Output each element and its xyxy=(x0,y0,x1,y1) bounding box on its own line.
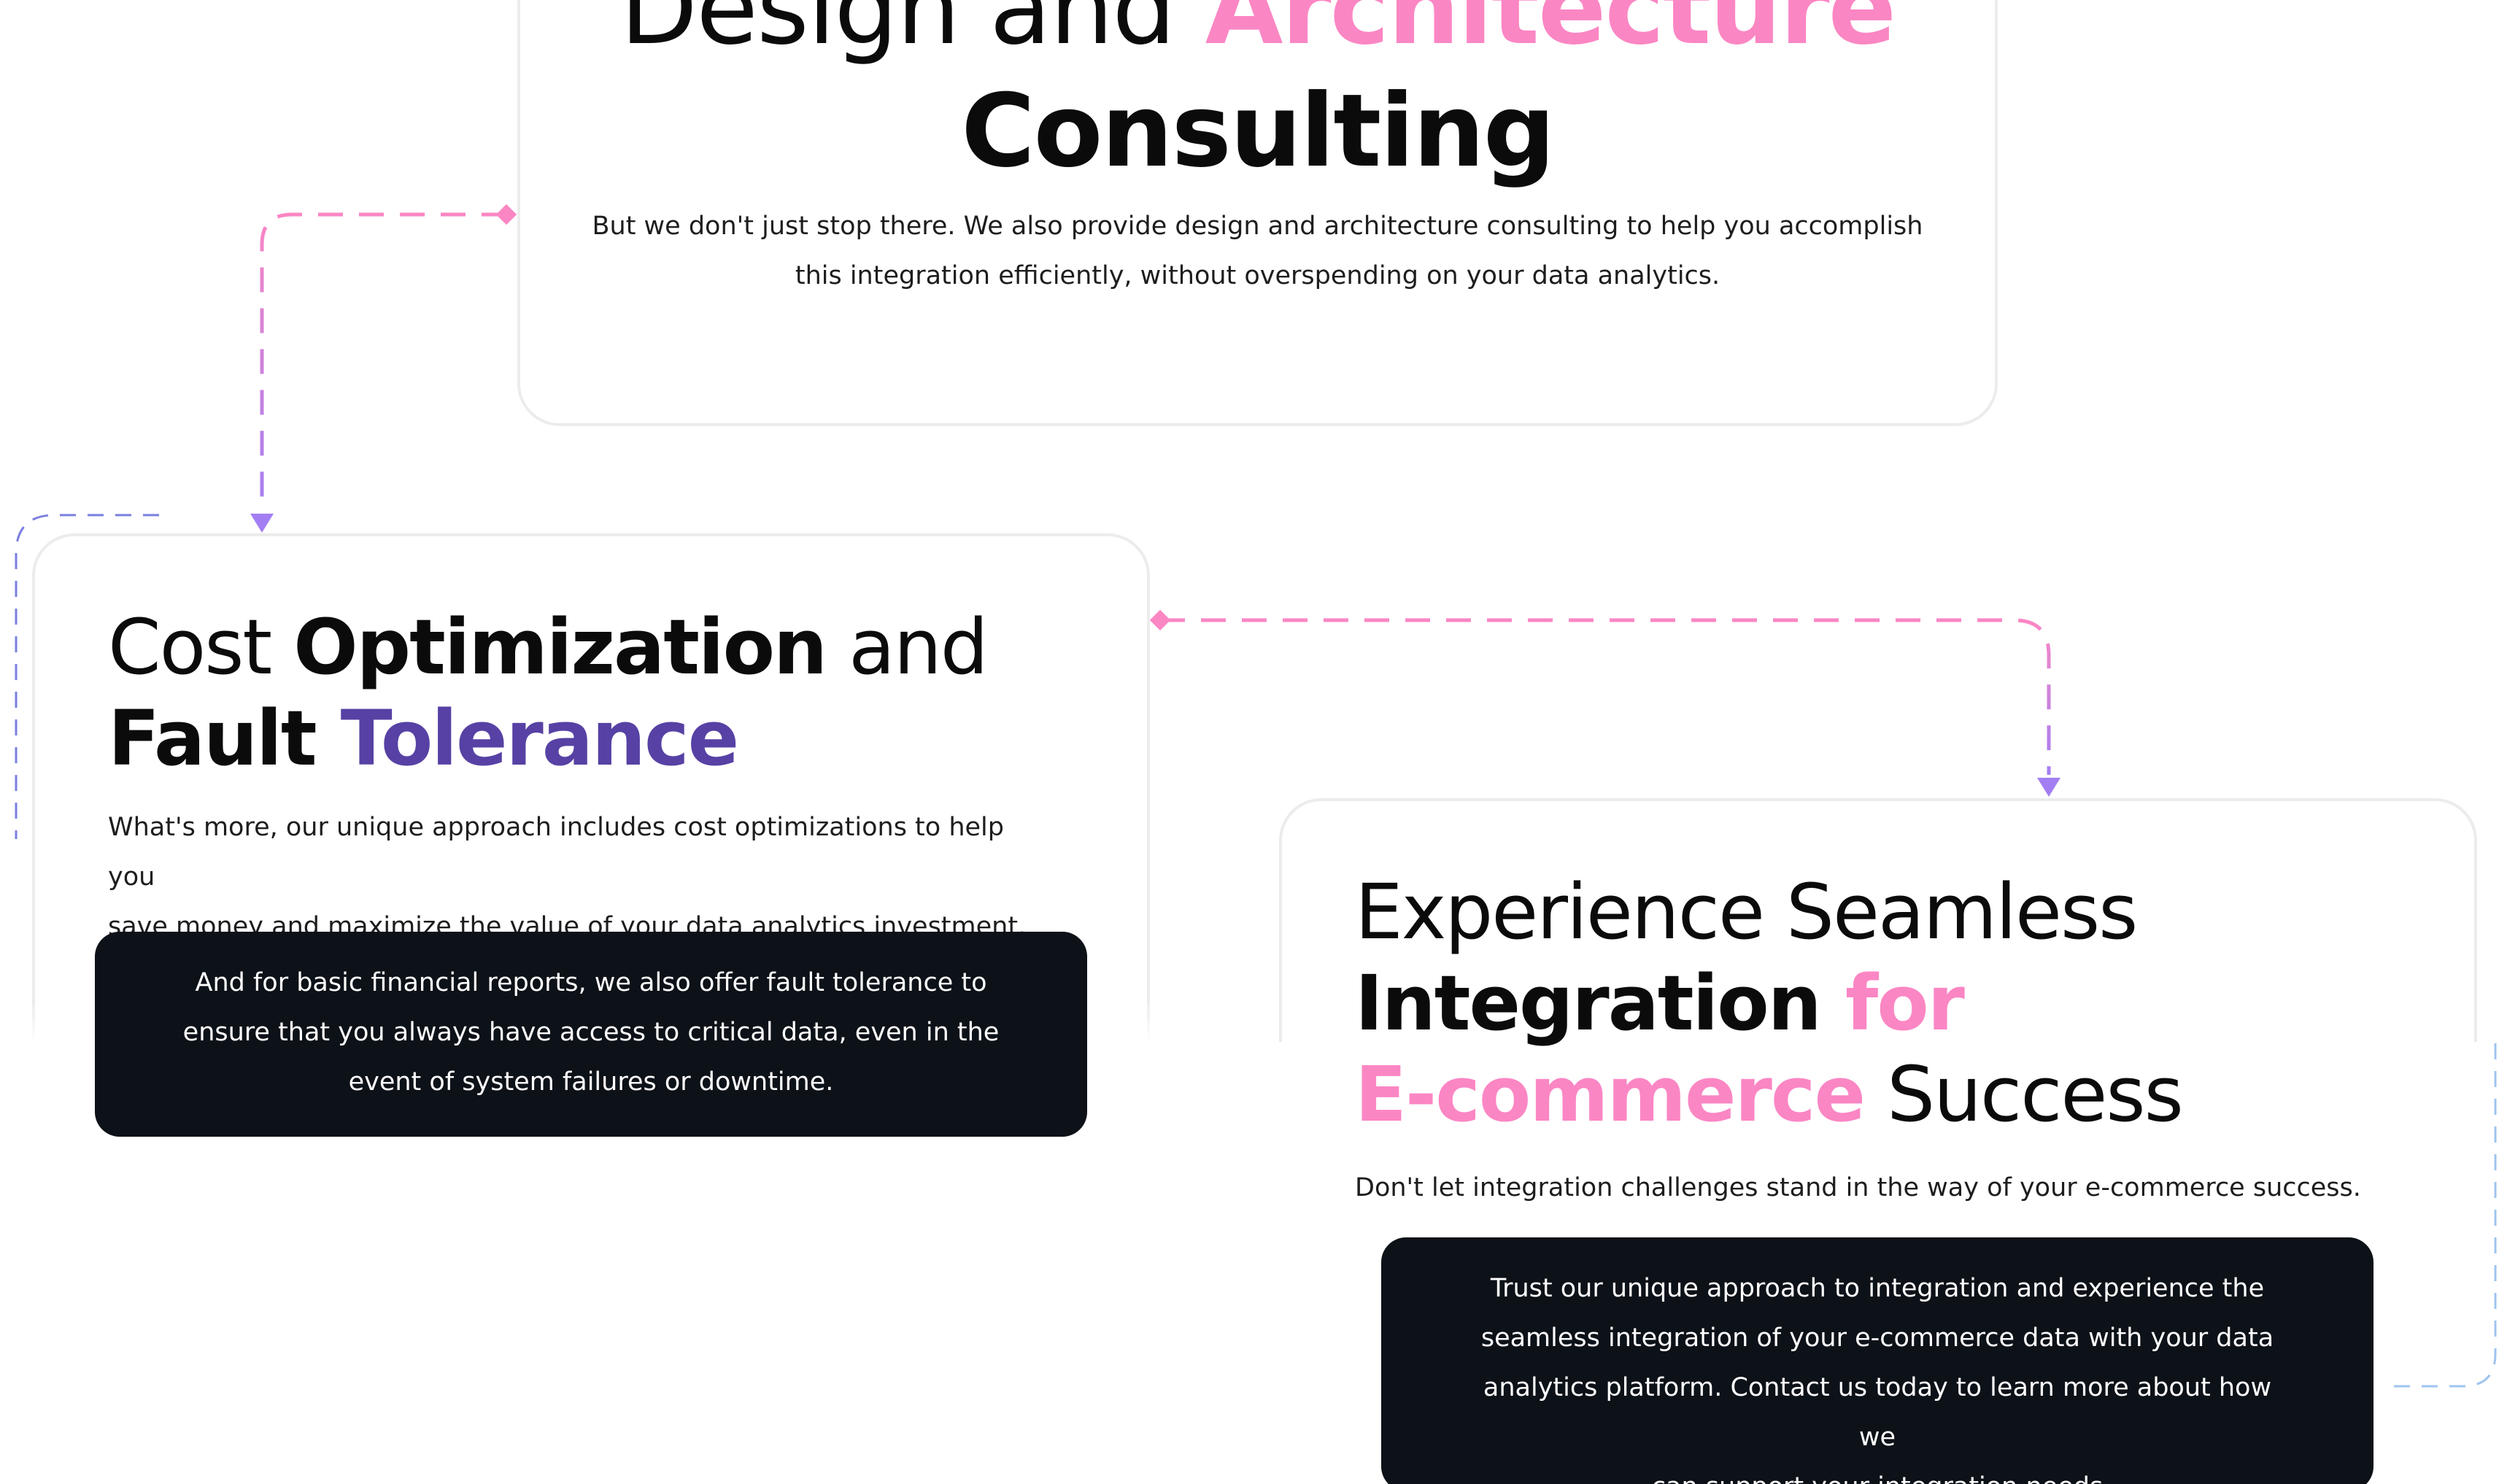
callout-line: And for basic financial reports, we also… xyxy=(195,968,987,997)
description-line: But we don't just stop there. We also pr… xyxy=(592,212,1923,241)
diamond-marker-icon xyxy=(495,204,517,225)
cost-optimization-title-line2: Fault Tolerance xyxy=(108,693,739,784)
design-architecture-card: Design and Architecture Consulting But w… xyxy=(517,0,1998,426)
design-architecture-title-line1: Design and Architecture xyxy=(520,0,1995,67)
callout-line: event of system failures or downtime. xyxy=(348,1067,834,1097)
ecommerce-title-line3: E-commerce Success xyxy=(1355,1049,2184,1140)
connector-design-to-cost xyxy=(250,204,517,533)
cost-optimization-description: What's more, our unique approach include… xyxy=(108,803,1057,951)
connector-cost-to-integration xyxy=(1149,609,2060,797)
arrow-down-icon xyxy=(2037,778,2060,797)
ecommerce-title-line1: Experience Seamless xyxy=(1355,867,2138,957)
callout-line: ensure that you always have access to cr… xyxy=(182,1018,1000,1047)
title-text: Design and xyxy=(619,0,1205,67)
title-text: Success xyxy=(1864,1050,2184,1139)
page: Design and Architecture Consulting But w… xyxy=(0,0,2499,1484)
description-line: this integration efficiently, without ov… xyxy=(795,261,1720,290)
design-architecture-title-line2: Consulting xyxy=(961,72,1555,190)
title-highlight: E-commerce xyxy=(1355,1050,1866,1139)
title-text: Cost xyxy=(108,603,294,692)
diamond-marker-icon xyxy=(1149,609,1171,631)
fault-tolerance-callout: And for basic financial reports, we also… xyxy=(95,932,1087,1137)
title-bold-text: Fault xyxy=(108,694,341,783)
ecommerce-title-line2: Integration for xyxy=(1355,958,1965,1048)
callout-line: seamless integration of your e-commerce … xyxy=(1480,1323,2274,1353)
title-bold-text: Optimization xyxy=(293,603,827,692)
arrow-down-icon xyxy=(250,514,274,533)
title-highlight: Tolerance xyxy=(340,694,739,783)
title-highlight: Architecture xyxy=(1205,0,1896,67)
title-text: and xyxy=(826,603,989,692)
ecommerce-description: Don't let integration challenges stand i… xyxy=(1355,1173,2361,1202)
title-highlight: for xyxy=(1845,959,1965,1048)
callout-line: can support your integration needs xyxy=(1461,1462,2293,1484)
description-line: What's more, our unique approach include… xyxy=(108,813,1004,892)
integration-callout: Trust our unique approach to integration… xyxy=(1381,1237,2374,1484)
title-bold-text: Integration xyxy=(1355,959,1845,1048)
design-architecture-description: But we don't just stop there. We also pr… xyxy=(520,201,1995,301)
callout-line: analytics platform. Contact us today to … xyxy=(1483,1373,2272,1452)
callout-line: Trust our unique approach to integration… xyxy=(1490,1274,2265,1303)
cost-optimization-title-line1: Cost Optimization and xyxy=(108,602,989,692)
